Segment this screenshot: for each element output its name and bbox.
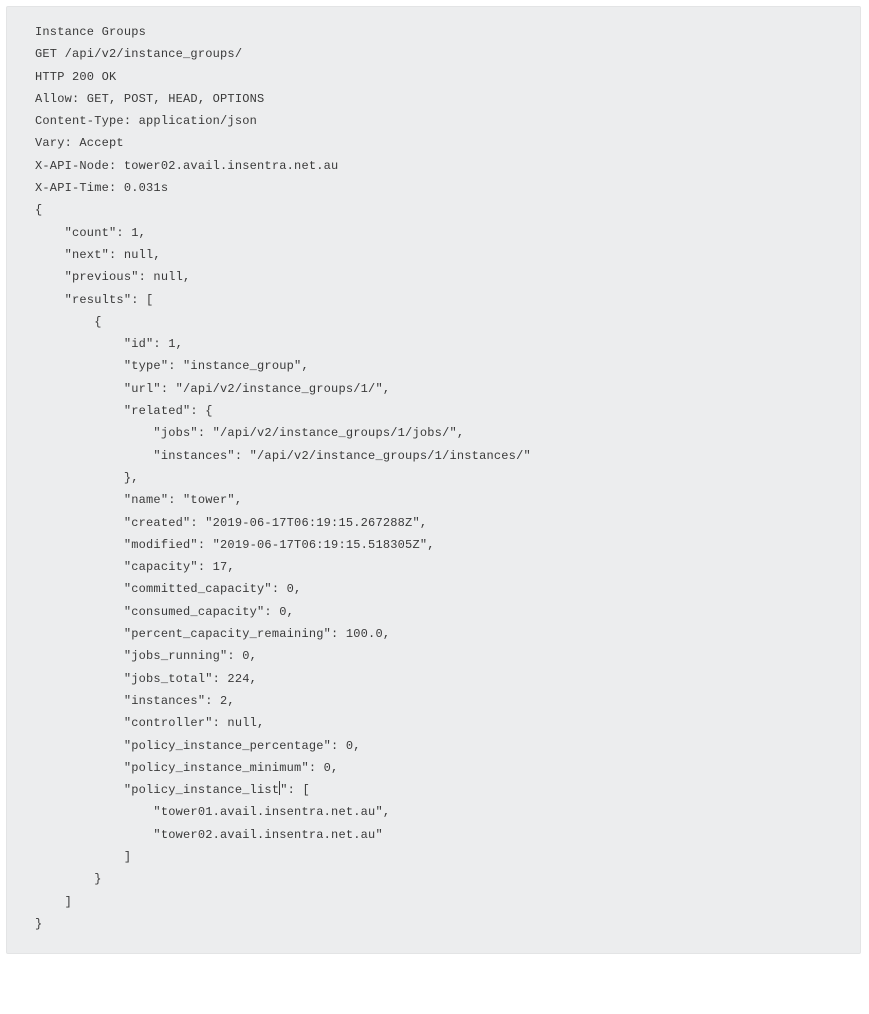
code-line: "tower01.avail.insentra.net.au", (35, 801, 832, 823)
code-line: Allow: GET, POST, HEAD, OPTIONS (35, 88, 832, 110)
code-line: "jobs": "/api/v2/instance_groups/1/jobs/… (35, 422, 832, 444)
code-line: HTTP 200 OK (35, 66, 832, 88)
code-line: Content-Type: application/json (35, 110, 832, 132)
code-line: Vary: Accept (35, 132, 832, 154)
code-line: "previous": null, (35, 266, 832, 288)
code-line: "controller": null, (35, 712, 832, 734)
code-text: ": [ (280, 783, 310, 797)
code-line: "percent_capacity_remaining": 100.0, (35, 623, 832, 645)
code-line: "policy_instance_minimum": 0, (35, 757, 832, 779)
code-line: "created": "2019-06-17T06:19:15.267288Z"… (35, 512, 832, 534)
code-line: "id": 1, (35, 333, 832, 355)
code-line: "url": "/api/v2/instance_groups/1/", (35, 378, 832, 400)
code-line: "capacity": 17, (35, 556, 832, 578)
code-line-with-cursor: "policy_instance_list": [ (35, 779, 832, 801)
code-line: "related": { (35, 400, 832, 422)
code-line: "next": null, (35, 244, 832, 266)
code-line: } (35, 868, 832, 890)
code-line: "jobs_running": 0, (35, 645, 832, 667)
code-line: "modified": "2019-06-17T06:19:15.518305Z… (35, 534, 832, 556)
api-response-code-block: Instance Groups GET /api/v2/instance_gro… (6, 6, 861, 954)
code-line: { (35, 311, 832, 333)
code-line: "consumed_capacity": 0, (35, 601, 832, 623)
code-line: "policy_instance_percentage": 0, (35, 735, 832, 757)
code-line: ] (35, 846, 832, 868)
code-line: "committed_capacity": 0, (35, 578, 832, 600)
code-line: ] (35, 891, 832, 913)
code-line: "type": "instance_group", (35, 355, 832, 377)
code-text: "policy_instance_list (35, 783, 279, 797)
code-line: "jobs_total": 224, (35, 668, 832, 690)
code-line: } (35, 913, 832, 935)
code-line: "name": "tower", (35, 489, 832, 511)
code-line: "instances": 2, (35, 690, 832, 712)
code-line: "instances": "/api/v2/instance_groups/1/… (35, 445, 832, 467)
code-line: "tower02.avail.insentra.net.au" (35, 824, 832, 846)
code-line: Instance Groups (35, 21, 832, 43)
code-line: { (35, 199, 832, 221)
code-line: "results": [ (35, 289, 832, 311)
code-line: X-API-Node: tower02.avail.insentra.net.a… (35, 155, 832, 177)
code-line: "count": 1, (35, 222, 832, 244)
code-line: X-API-Time: 0.031s (35, 177, 832, 199)
code-line: GET /api/v2/instance_groups/ (35, 43, 832, 65)
code-line: }, (35, 467, 832, 489)
